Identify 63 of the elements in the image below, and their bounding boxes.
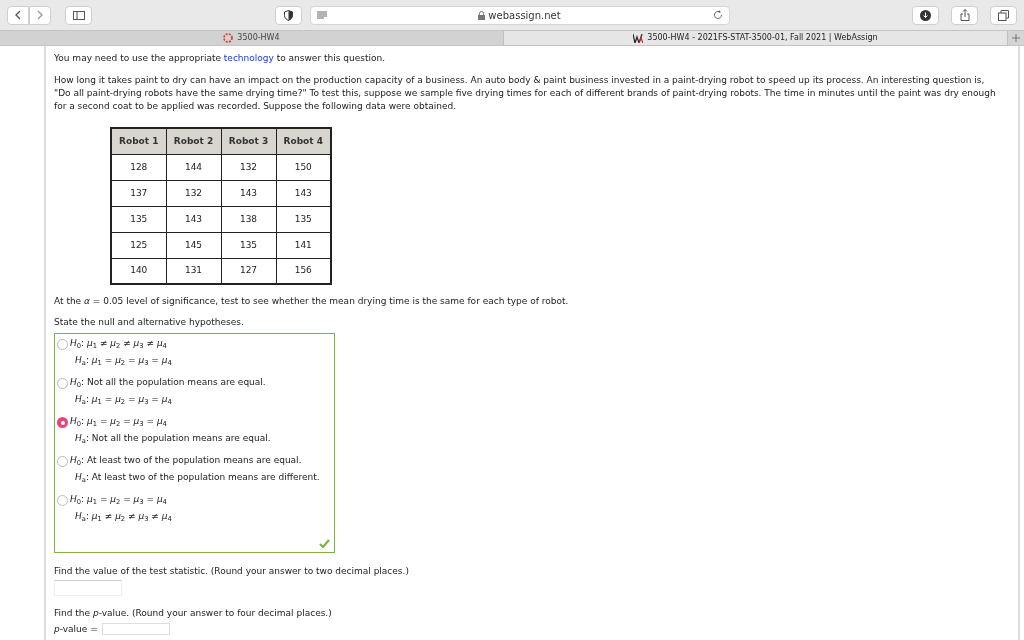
column-header: Robot 2 <box>166 128 221 154</box>
null-hypothesis: H$_{0}$: μ$_{1}$ ≠ μ$_{2}$ ≠ μ$_{3}$ ≠ μ$_{4}$ <box>70 337 168 350</box>
pvalue-field[interactable] <box>101 623 170 635</box>
tabs-icon <box>998 9 1009 21</box>
table-cell: 135 <box>111 206 166 232</box>
table-cell: 137 <box>111 180 166 206</box>
download-icon <box>920 9 931 21</box>
statistic-field[interactable] <box>54 580 122 596</box>
alternative-hypothesis: H$_{a}$: Not all the population means are equal. <box>75 432 271 445</box>
table-cell: 143 <box>166 206 221 232</box>
table-cell: 132 <box>166 180 221 206</box>
forward-icon <box>37 10 43 20</box>
radio-button[interactable] <box>57 378 68 389</box>
radio-button[interactable] <box>57 339 68 350</box>
table-cell: 125 <box>111 232 166 258</box>
null-hypothesis: H$_{0}$: At least two of the population means are equal. <box>70 454 303 467</box>
table-cell: 144 <box>166 154 221 180</box>
sidebar-button[interactable] <box>65 5 92 25</box>
table-cell: 145 <box>166 232 221 258</box>
table-cell: 135 <box>221 232 276 258</box>
column-header: Robot 1 <box>111 128 166 154</box>
statistic-prompt: Find the value of the test statistic. (Round your answer to two decimal places.) <box>54 566 409 576</box>
radio-button[interactable] <box>57 417 68 428</box>
tabs-button[interactable] <box>990 5 1017 25</box>
address-bar[interactable]: webassign.net <box>309 5 730 25</box>
alternative-hypothesis: H$_{a}$: μ$_{1}$ = μ$_{2}$ = μ$_{3}$ = μ$_{4}$ <box>75 393 173 406</box>
lock-icon <box>478 10 486 20</box>
back-button[interactable] <box>7 5 29 25</box>
back-icon <box>15 10 21 20</box>
column-header: Robot 4 <box>276 128 331 154</box>
reload-icon <box>712 10 723 20</box>
column-header: Robot 3 <box>221 128 276 154</box>
null-hypothesis: H$_{0}$: Not all the population means are equal. <box>70 376 266 389</box>
sidebar-icon <box>72 10 85 20</box>
table-cell: 128 <box>111 154 166 180</box>
forward-button[interactable] <box>29 5 51 25</box>
table-cell: 138 <box>221 206 276 232</box>
shield-button[interactable] <box>274 5 302 25</box>
sunburst-icon <box>223 33 234 43</box>
shield-icon <box>283 9 293 21</box>
hypotheses-prompt: State the null and alternative hypotheses. <box>54 317 244 327</box>
intro-text: You may need to use the appropriate technology to answer this question. <box>54 52 386 65</box>
alternative-hypothesis: H$_{a}$: μ$_{1}$ ≠ μ$_{2}$ ≠ μ$_{3}$ ≠ μ$_{4}$ <box>75 510 172 523</box>
technology-link[interactable]: technology <box>223 53 274 63</box>
url-text: webassign.net <box>488 8 561 23</box>
browser-tab[interactable]: 3500-HW4 - 2021FS-STAT-3500-01, Fall 2021 | WebAssign <box>504 31 1008 45</box>
alternative-hypothesis: H$_{a}$: μ$_{1}$ = μ$_{2}$ = μ$_{3}$ = μ$_{4}$ <box>75 354 172 367</box>
problem-text: How long it takes paint to dry can have an impact on the production capacity of a business. An auto body & paint business invested in a paint-drying robot to speed up its process. An interesting question is, "Do all paint-drying robots have the same drying time?" To test this, suppose we sample five drying times for each of different brands of paint-drying robots. The time in minutes until the paint was dry enough for a second coat to be applied was recorded. Suppose the following data were obtained. <box>54 74 997 113</box>
significance-text: At the α = 0.05 level of significance, test to see whether the mean drying time is the same for each type of robot. <box>54 296 569 306</box>
pvalue-prompt: Find the p-value. (Round your answer to four decimal places.) <box>54 608 332 618</box>
null-hypothesis: H$_{0}$: μ$_{1}$ = μ$_{2}$ = μ$_{3}$ = μ$_{4}$ <box>70 415 168 428</box>
null-hypothesis: H$_{0}$: μ$_{1}$ = μ$_{2}$ = μ$_{3}$ = μ$_{4}$ <box>70 493 168 506</box>
radio-button[interactable] <box>57 456 68 467</box>
share-button[interactable] <box>951 5 978 25</box>
plus-icon <box>1012 34 1020 42</box>
alternative-hypothesis: H$_{a}$: At least two of the population means are different. <box>75 471 320 484</box>
radio-button[interactable] <box>57 495 68 506</box>
download-button[interactable] <box>912 5 939 25</box>
share-icon <box>959 9 970 21</box>
table-cell: 132 <box>221 154 276 180</box>
pvalue-label: p-value = <box>54 623 98 636</box>
wa-logo-icon <box>633 33 644 43</box>
table-cell: 143 <box>221 180 276 206</box>
